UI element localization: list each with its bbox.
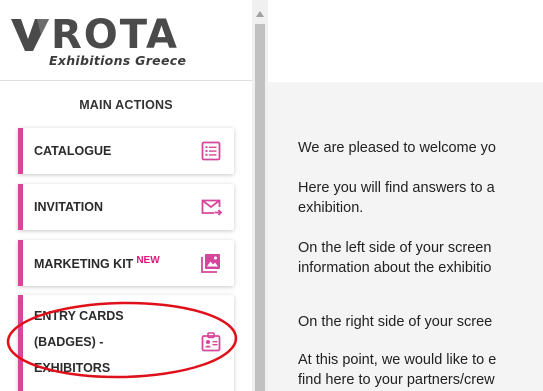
menu-item-entry-cards[interactable]: ENTRY CARDS (BADGES) - EXHIBITORS [18, 295, 234, 391]
paragraph: At this point, we would like to e find h… [298, 350, 543, 390]
menu-item-invitation[interactable]: INVITATION [18, 184, 234, 230]
menu-item-label: ENTRY CARDS (BADGES) - EXHIBITORS [34, 303, 164, 381]
text-line: information about the exhibitio [298, 260, 492, 276]
scroll-up-arrow-icon[interactable] [255, 10, 265, 18]
text-line: On the right side of your scree [298, 314, 493, 330]
menu-item-label: CATALOGUE [34, 144, 112, 158]
new-badge: NEW [136, 254, 160, 266]
scrollbar-thumb[interactable] [255, 24, 265, 391]
sidebar-divider [0, 80, 252, 81]
catalogue-list-icon [200, 140, 222, 162]
text-line: find here to your partners/crew [298, 372, 495, 388]
text-line: On the left side of your screen [298, 240, 492, 256]
text-line: exhibition. [298, 200, 364, 216]
menu-item-catalogue[interactable]: CATALOGUE [18, 128, 234, 174]
label-line: ENTRY CARDS [34, 309, 124, 323]
marketing-kit-label: MARKETING KIT [34, 257, 134, 272]
menu-item-label: INVITATION [34, 200, 103, 214]
paragraph: On the left side of your screen informat… [298, 238, 543, 278]
paragraph: Here you will find answers to a exhibiti… [298, 178, 543, 218]
label-line: (BADGES) - [34, 335, 104, 349]
main-header [268, 0, 543, 82]
envelope-send-icon [200, 196, 222, 218]
text-line: We are pleased to welcome yo [298, 140, 497, 156]
main-actions-heading: MAIN ACTIONS [79, 98, 173, 112]
menu-item-marketing-kit[interactable]: MARKETING KIT NEW [18, 240, 234, 286]
image-gallery-icon [200, 252, 222, 274]
logo-v-mark-icon [11, 19, 49, 51]
sidebar: ROTA Exhibitions Greece MAIN ACTIONS CAT… [0, 0, 252, 391]
logo-subtitle: Exhibitions Greece [49, 53, 187, 68]
paragraph: We are pleased to welcome yo [298, 138, 543, 158]
welcome-content: We are pleased to welcome yo Here you wi… [268, 82, 543, 391]
paragraph: On the right side of your scree [298, 312, 543, 332]
main-content: We are pleased to welcome yo Here you wi… [268, 0, 543, 391]
text-line: Here you will find answers to a [298, 180, 495, 196]
text-line: At this point, we would like to e [298, 352, 497, 368]
rota-logo[interactable]: ROTA Exhibitions Greece [11, 12, 211, 72]
label-line: EXHIBITORS [34, 361, 111, 375]
logo-wordmark: ROTA [51, 12, 179, 58]
sidebar-scrollbar[interactable] [252, 0, 268, 391]
menu-item-label: MARKETING KIT NEW [34, 255, 160, 271]
id-badge-icon [200, 331, 222, 353]
